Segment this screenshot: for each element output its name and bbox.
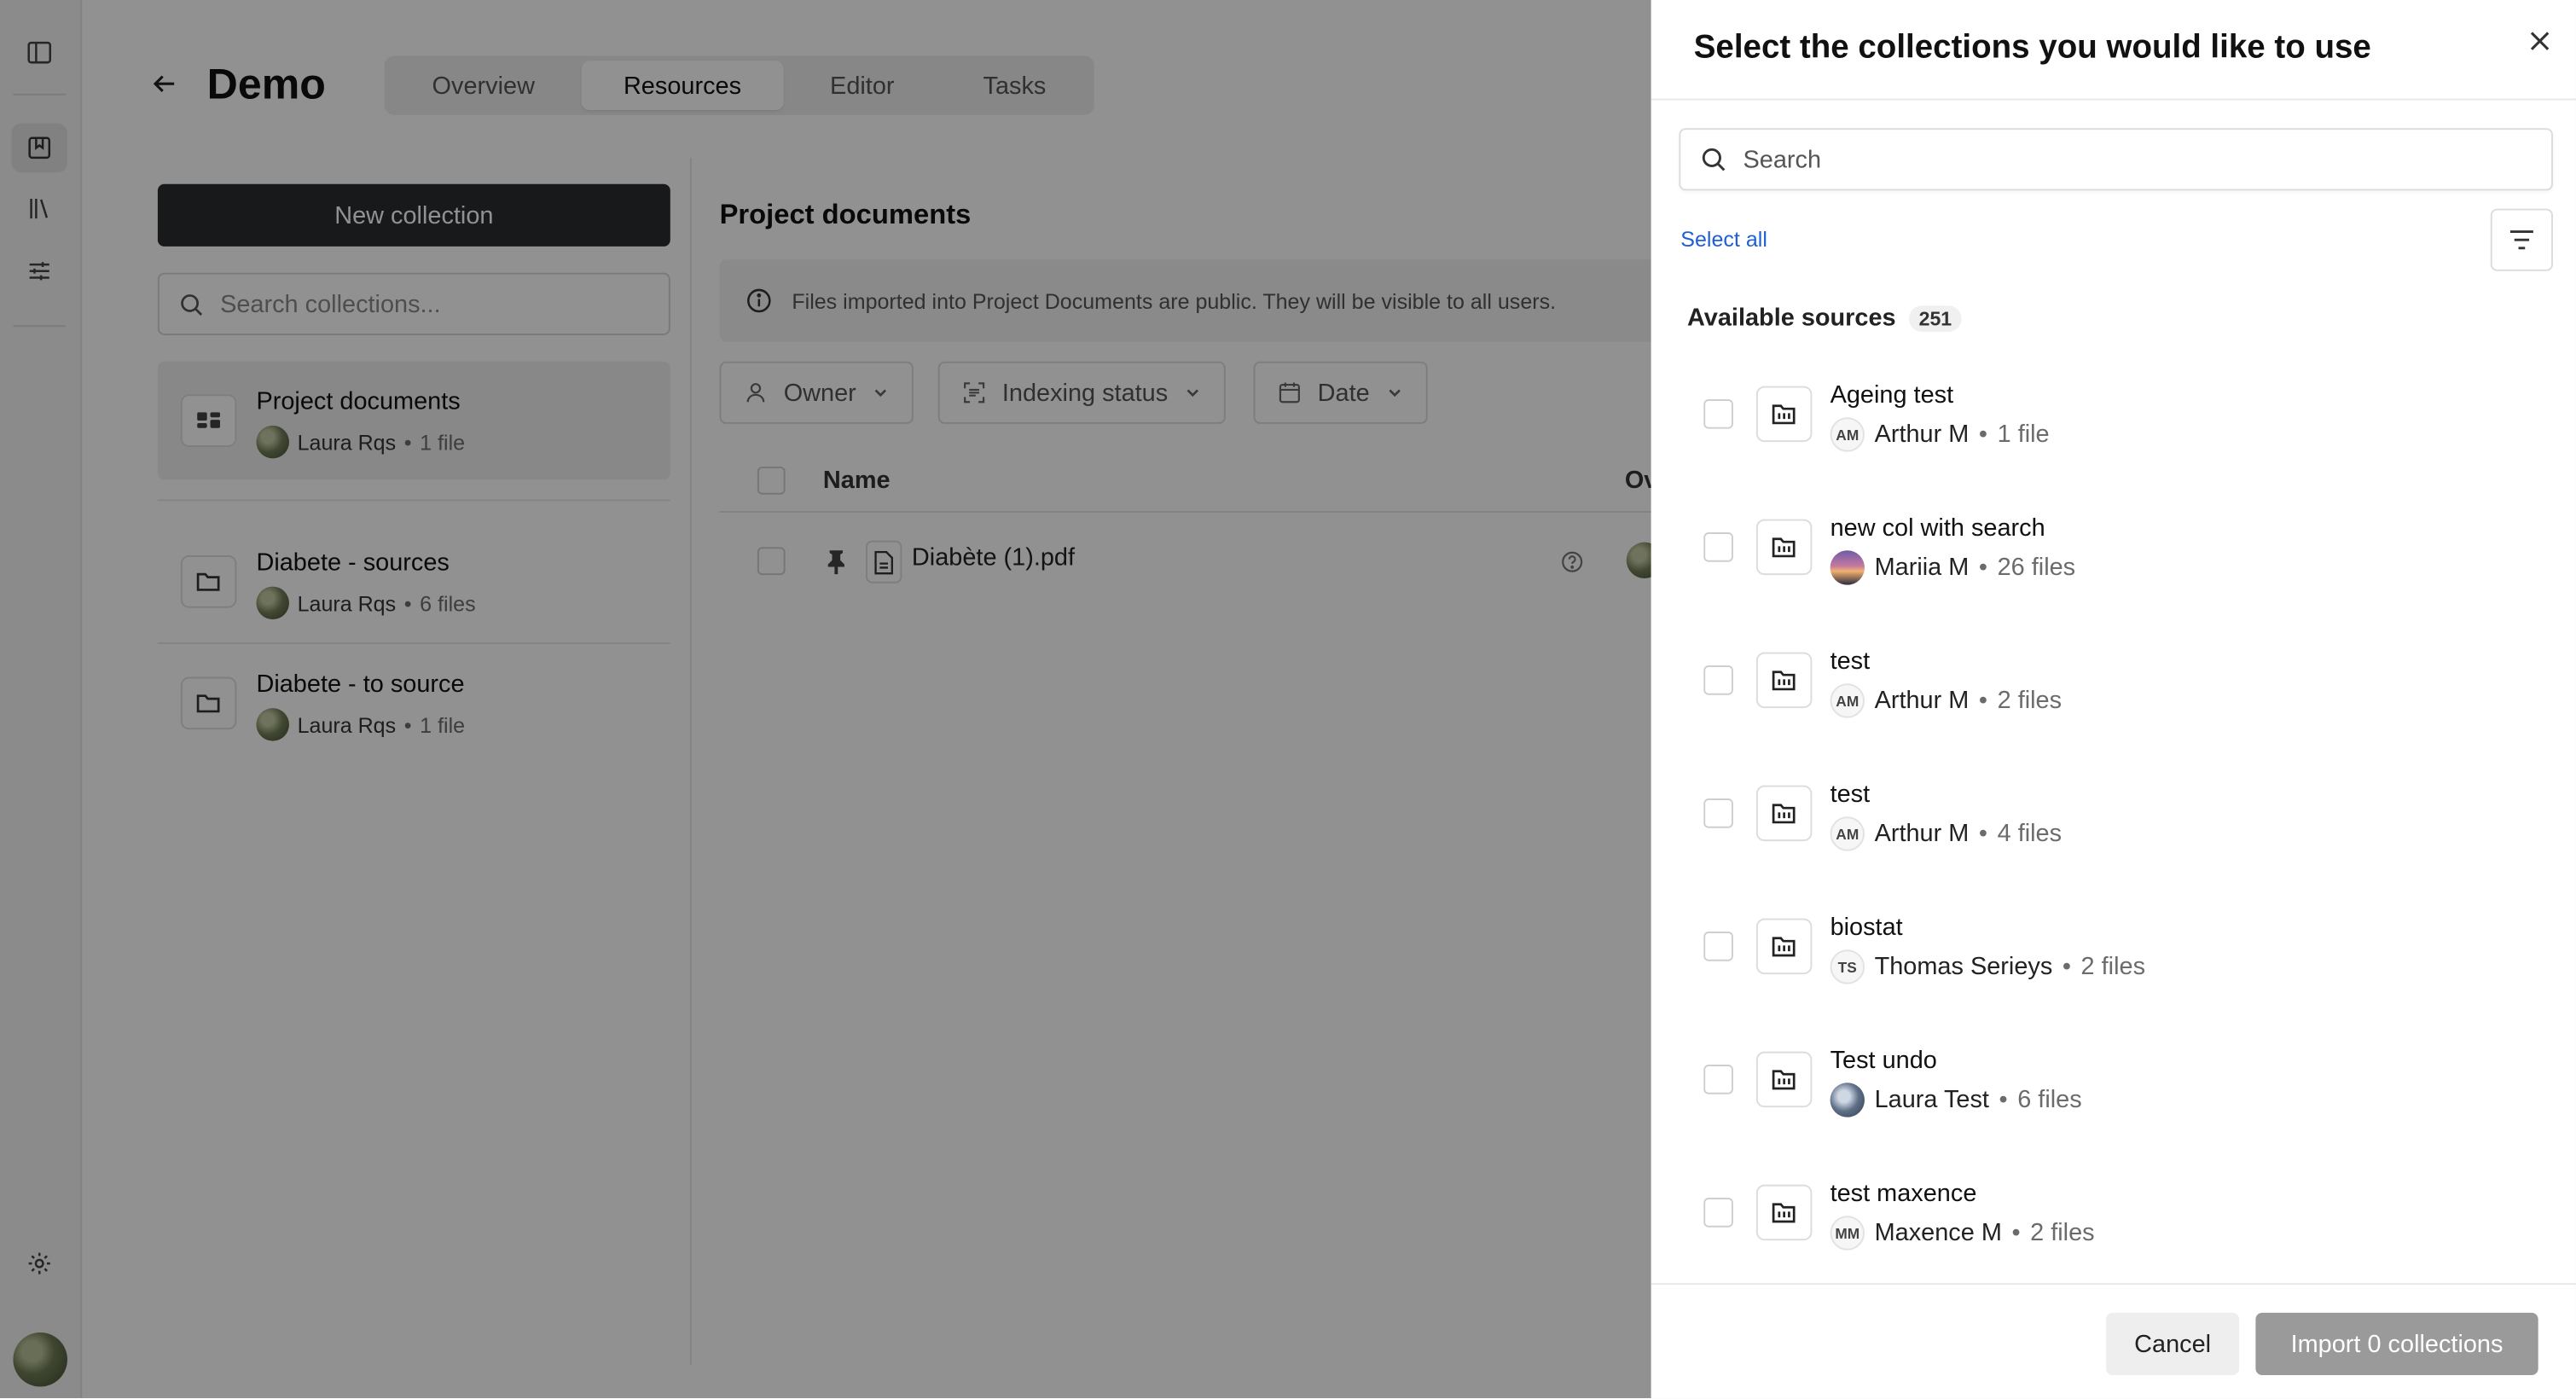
source-name: biostat [1830, 913, 1903, 942]
search-input[interactable]: Search [1679, 128, 2554, 191]
source-checkbox[interactable] [1703, 1198, 1733, 1228]
source-count: 26 files [1997, 554, 2076, 582]
collection-folder-icon [1755, 652, 1813, 709]
collection-folder-icon [1755, 1051, 1813, 1108]
source-count: 6 files [2017, 1086, 2082, 1114]
source-item[interactable]: biostat TS Thomas Serieys • 2 files [1651, 877, 2576, 1010]
source-name: Test undo [1830, 1046, 1937, 1075]
avatar [1830, 1083, 1865, 1117]
source-count: 2 files [1997, 687, 2063, 715]
collection-folder-icon [1755, 918, 1813, 975]
source-owner: Mariia M [1874, 554, 1970, 582]
source-item[interactable]: test AM Arthur M • 4 files [1651, 744, 2576, 877]
source-meta: AM Arthur M • 4 files [1830, 816, 2063, 851]
search-placeholder: Search [1743, 145, 1822, 174]
source-checkbox[interactable] [1703, 798, 1733, 828]
drawer-title: Select the collections you would like to… [1693, 29, 2371, 67]
source-name: test maxence [1830, 1179, 1977, 1208]
bullet: • [2011, 1219, 2021, 1247]
bullet: • [1999, 1086, 2008, 1114]
filter-lines-icon[interactable] [2490, 208, 2554, 271]
source-item[interactable]: new col with search Mariia M • 26 files [1651, 478, 2576, 611]
source-checkbox[interactable] [1703, 1065, 1733, 1094]
source-meta: TS Thomas Serieys • 2 files [1830, 949, 2145, 984]
avatar: AM [1830, 816, 1865, 851]
avatar: AM [1830, 417, 1865, 452]
source-checkbox[interactable] [1703, 399, 1733, 429]
source-owner: Arthur M [1874, 687, 1970, 715]
search-icon [1702, 148, 1726, 171]
available-sources-header: Available sources 251 [1687, 304, 1962, 332]
bullet: • [1978, 820, 1988, 848]
source-meta: AM Arthur M • 1 file [1830, 417, 2050, 452]
bullet: • [2062, 953, 2071, 981]
source-item[interactable]: test AM Arthur M • 2 files [1651, 611, 2576, 744]
source-owner: Arthur M [1874, 820, 1970, 848]
avatar [1830, 550, 1865, 585]
source-checkbox[interactable] [1703, 532, 1733, 562]
close-icon[interactable] [2523, 25, 2556, 58]
source-owner: Maxence M [1874, 1219, 2002, 1247]
select-collections-drawer: Select the collections you would like to… [1651, 0, 2576, 1399]
source-owner: Thomas Serieys [1874, 953, 2053, 981]
source-name: new col with search [1830, 514, 2045, 543]
source-meta: AM Arthur M • 2 files [1830, 683, 2063, 718]
bullet: • [1978, 687, 1988, 715]
source-item[interactable]: test maxence MM Maxence M • 2 files [1651, 1143, 2576, 1276]
source-item[interactable]: Ageing test AM Arthur M • 1 file [1651, 345, 2576, 478]
source-meta: Laura Test • 6 files [1830, 1083, 2082, 1117]
avatar: AM [1830, 683, 1865, 718]
available-sources-count: 251 [1909, 305, 1962, 332]
source-checkbox[interactable] [1703, 932, 1733, 961]
collection-folder-icon [1755, 1184, 1813, 1241]
bullet: • [1978, 421, 1988, 449]
collection-folder-icon [1755, 519, 1813, 576]
source-count: 4 files [1997, 820, 2063, 848]
source-name: Ageing test [1830, 380, 1954, 409]
collection-folder-icon [1755, 785, 1813, 842]
source-count: 2 files [2080, 953, 2146, 981]
source-checkbox[interactable] [1703, 665, 1733, 695]
bullet: • [1978, 554, 1988, 582]
select-all-link[interactable]: Select all [1680, 227, 1767, 252]
collection-folder-icon [1755, 386, 1813, 443]
source-owner: Laura Test [1874, 1086, 1989, 1114]
source-count: 1 file [1997, 421, 2050, 449]
source-meta: Mariia M • 26 files [1830, 550, 2076, 585]
source-meta: MM Maxence M • 2 files [1830, 1216, 2095, 1251]
avatar: TS [1830, 949, 1865, 984]
available-sources-label: Available sources [1687, 304, 1896, 333]
cancel-button[interactable]: Cancel [2106, 1312, 2240, 1376]
source-item[interactable]: Test undo Laura Test • 6 files [1651, 1010, 2576, 1143]
avatar: MM [1830, 1216, 1865, 1251]
import-button[interactable]: Import 0 collections [2255, 1312, 2538, 1376]
source-owner: Arthur M [1874, 421, 1970, 449]
source-count: 2 files [2030, 1219, 2095, 1247]
source-name: test [1830, 780, 1871, 809]
source-name: test [1830, 647, 1871, 676]
